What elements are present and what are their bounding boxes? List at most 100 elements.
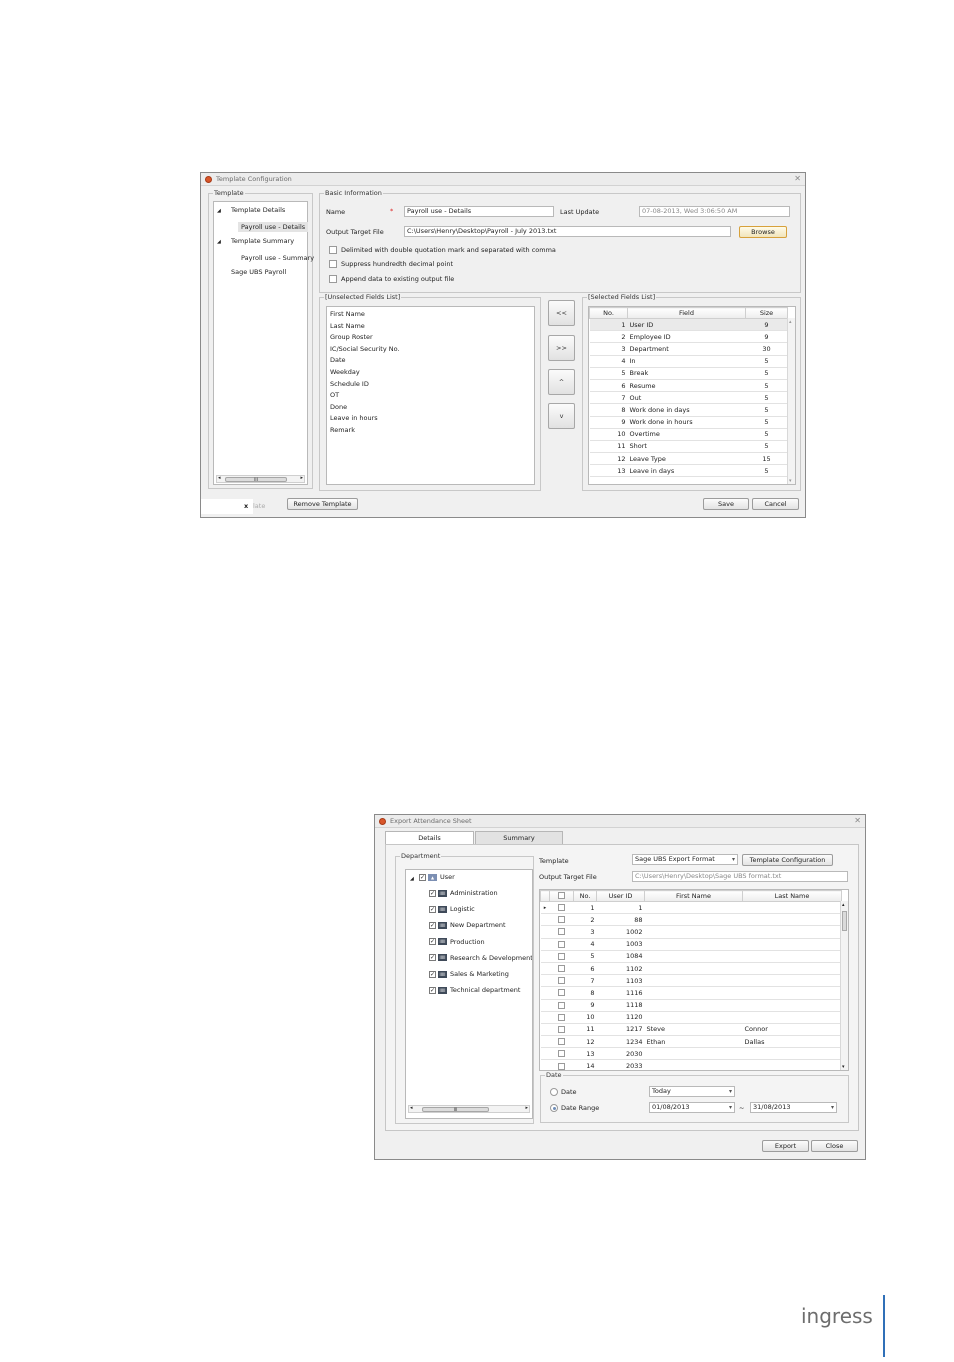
list-item[interactable]: Date xyxy=(330,356,346,364)
table-row[interactable]: 7 Out 5 xyxy=(589,391,788,405)
row-select-cell[interactable] xyxy=(549,1047,574,1061)
checkbox-icon[interactable]: ✓ xyxy=(429,954,436,962)
column-header-size[interactable]: Size xyxy=(745,307,788,319)
tree-node-sage-ubs-payroll[interactable]: Sage UBS Payroll xyxy=(231,268,286,276)
users-vertical-scrollbar[interactable]: ▴ ▾ xyxy=(840,901,848,1070)
scroll-thumb[interactable]: III xyxy=(422,1107,489,1112)
row-checkbox[interactable] xyxy=(558,952,565,960)
tree-node-user[interactable]: ✓ ▲ User xyxy=(419,873,455,881)
date-range-to[interactable]: 31/08/2013 ▾ xyxy=(750,1102,837,1113)
column-header-user-id[interactable]: User ID xyxy=(596,890,645,902)
row-select-cell[interactable] xyxy=(549,986,574,1000)
scroll-left-icon[interactable]: ◂ xyxy=(218,475,221,481)
template-tree[interactable]: ◢ Template Details Payroll use - Details… xyxy=(213,201,314,485)
row-checkbox[interactable] xyxy=(558,965,565,973)
table-row[interactable]: 9 1118 xyxy=(540,999,842,1012)
table-row[interactable]: 4 1003 xyxy=(540,938,842,951)
delimited-checkbox[interactable] xyxy=(329,246,337,254)
checkbox-icon[interactable]: ✓ xyxy=(429,905,436,913)
table-row[interactable]: 3 Department 30 xyxy=(589,342,788,356)
row-checkbox[interactable] xyxy=(558,1013,565,1021)
tree-node-department[interactable]: ✓ IIIII Technical department xyxy=(429,986,520,994)
table-row[interactable]: 12 1234 Ethan Dallas xyxy=(540,1035,842,1049)
list-item[interactable]: OT xyxy=(330,391,339,399)
row-checkbox[interactable] xyxy=(558,928,565,936)
row-checkbox[interactable] xyxy=(558,904,565,912)
list-item[interactable]: Remark xyxy=(330,426,355,434)
dropdown-arrow-icon[interactable]: ▾ xyxy=(729,1087,732,1096)
scroll-right-icon[interactable]: ▸ xyxy=(525,1105,528,1111)
output-target-field[interactable]: C:\Users\Henry\Desktop\Payroll - July 20… xyxy=(404,226,731,237)
table-row[interactable]: 13 Leave in days 5 xyxy=(589,464,788,478)
expand-icon[interactable]: ◢ xyxy=(217,208,221,214)
save-button[interactable]: Save xyxy=(703,498,749,510)
checkbox-icon[interactable]: ✓ xyxy=(429,921,436,929)
row-checkbox[interactable] xyxy=(558,1001,565,1009)
row-select-cell[interactable] xyxy=(549,974,574,988)
tab-details[interactable]: Details xyxy=(385,831,474,844)
scroll-left-icon[interactable]: ◂ xyxy=(410,1105,413,1111)
move-down-button[interactable]: v xyxy=(548,403,575,429)
expand-icon[interactable]: ◢ xyxy=(217,239,221,245)
move-up-button[interactable]: ^ xyxy=(548,369,575,395)
row-checkbox[interactable] xyxy=(558,1050,565,1058)
table-row[interactable]: 6 Resume 5 xyxy=(589,379,788,393)
export-button[interactable]: Export xyxy=(762,1140,809,1152)
table-row[interactable]: 11 1217 Steve Connor xyxy=(540,1023,842,1037)
column-header-no[interactable]: No. xyxy=(573,890,597,902)
row-select-cell[interactable] xyxy=(549,901,574,915)
tree-node-department[interactable]: ✓ IIIII New Department xyxy=(429,921,506,929)
dropdown-arrow-icon[interactable]: ▾ xyxy=(732,855,735,864)
row-select-cell[interactable] xyxy=(549,1011,574,1024)
department-horizontal-scrollbar[interactable]: ◂ III ▸ xyxy=(408,1105,530,1113)
table-row[interactable]: 14 2033 xyxy=(540,1059,842,1070)
name-field[interactable]: Payroll use - Details xyxy=(404,206,554,217)
close-icon[interactable]: ✕ xyxy=(794,174,801,183)
expand-icon[interactable]: ◢ xyxy=(410,876,414,882)
browse-button[interactable]: Browse xyxy=(739,226,787,238)
selected-fields-grid[interactable]: No. Field Size 1 User ID 9 2 Employee ID 9 3 De… xyxy=(588,306,796,485)
scroll-up-icon[interactable]: ▴ xyxy=(842,902,845,908)
template-select[interactable]: Sage UBS Export Format ▾ xyxy=(632,854,738,865)
row-select-cell[interactable] xyxy=(549,925,574,939)
table-row[interactable]: 10 1120 xyxy=(540,1011,842,1024)
row-select-cell[interactable] xyxy=(549,913,574,927)
list-item[interactable]: Done xyxy=(330,403,347,411)
tree-horizontal-scrollbar[interactable]: ◂ III ▸ xyxy=(216,475,305,483)
list-item[interactable]: Weekday xyxy=(330,368,360,376)
tree-node-department[interactable]: ✓ IIIII Sales & Marketing xyxy=(429,970,509,978)
move-all-right-button[interactable]: >> xyxy=(548,335,575,361)
date-radio[interactable] xyxy=(550,1088,558,1096)
row-checkbox[interactable] xyxy=(558,977,565,985)
table-row[interactable]: 1 User ID 9 xyxy=(589,318,788,332)
table-row[interactable]: 4 In 5 xyxy=(589,355,788,368)
row-checkbox[interactable] xyxy=(558,1062,565,1070)
dropdown-arrow-icon[interactable]: ▾ xyxy=(831,1103,834,1112)
tree-node-payroll-summary[interactable]: Payroll use - Summary xyxy=(241,254,314,262)
list-item[interactable]: Last Name xyxy=(330,322,365,330)
table-row[interactable]: 3 1002 xyxy=(540,925,842,939)
column-header-no[interactable]: No. xyxy=(589,307,628,319)
row-select-cell[interactable] xyxy=(549,950,574,963)
selected-vertical-scrollbar[interactable]: ▴ ▾ xyxy=(787,318,795,484)
scroll-up-icon[interactable]: ▴ xyxy=(789,319,792,325)
row-checkbox[interactable] xyxy=(558,916,565,924)
row-checkbox[interactable] xyxy=(558,940,565,948)
add-template-button[interactable]: x late xyxy=(201,499,265,514)
checkbox-icon[interactable]: ✓ xyxy=(429,938,436,946)
close-button[interactable]: Close xyxy=(811,1140,858,1152)
cancel-button[interactable]: Cancel xyxy=(752,498,799,510)
table-row[interactable]: 2 88 xyxy=(540,913,842,927)
table-row[interactable]: 6 1102 xyxy=(540,962,842,976)
tree-node-department[interactable]: ✓ IIIII Production xyxy=(429,938,485,946)
table-row[interactable]: 5 1084 xyxy=(540,950,842,963)
table-row[interactable]: 9 Work done in hours 5 xyxy=(589,416,788,429)
output-target-field[interactable]: C:\Users\Henry\Desktop\Sage UBS format.t… xyxy=(632,871,848,882)
row-select-cell[interactable] xyxy=(549,1035,574,1049)
list-item[interactable]: IC/Social Security No. xyxy=(330,345,400,353)
tab-summary[interactable]: Summary xyxy=(475,831,563,844)
table-row[interactable]: 8 1116 xyxy=(540,986,842,1000)
tree-node-department[interactable]: ✓ IIIII Administration xyxy=(429,889,498,897)
scroll-thumb[interactable]: III xyxy=(225,477,287,482)
date-select[interactable]: Today ▾ xyxy=(649,1086,735,1097)
